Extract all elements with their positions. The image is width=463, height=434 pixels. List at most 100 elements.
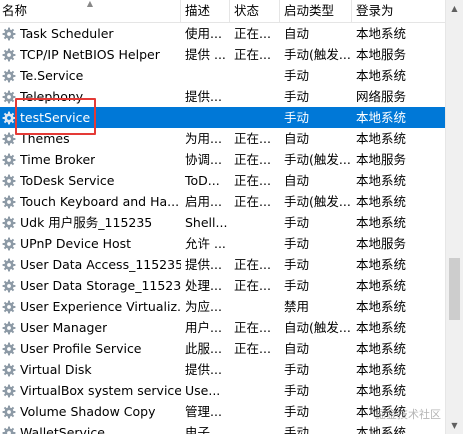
service-name: Task Scheduler	[20, 26, 114, 41]
table-row[interactable]: Udk 用户服务_115235 Shell... 手动 本地系统	[0, 212, 445, 233]
gear-icon	[2, 69, 16, 82]
service-name: WalletService	[20, 425, 105, 434]
gear-icon	[2, 405, 16, 418]
scroll-up-icon[interactable]: ▲	[446, 0, 463, 17]
service-logon: 本地系统	[356, 194, 407, 209]
service-desc: 此服...	[185, 341, 222, 356]
service-status: 正在...	[234, 194, 271, 209]
service-status	[230, 401, 280, 422]
table-row[interactable]: User Manager 用户... 正在... 自动(触发... 本地系统	[0, 317, 445, 338]
service-name: ToDesk Service	[20, 173, 115, 188]
service-name: Touch Keyboard and Ha...	[20, 194, 180, 209]
column-header-start[interactable]: 启动类型	[280, 0, 352, 22]
service-name-cell: User Data Access_115235	[0, 254, 181, 275]
service-start-type: 手动	[284, 362, 310, 377]
table-row[interactable]: WalletService 电子... 手动 本地系统	[0, 422, 445, 434]
gear-icon	[2, 342, 16, 355]
table-row[interactable]: User Profile Service 此服... 正在... 自动 本地系统	[0, 338, 445, 359]
service-start-type: 手动	[284, 68, 310, 83]
service-start-type: 自动	[284, 131, 310, 146]
service-start-type: 自动(触发...	[284, 320, 351, 335]
vertical-scrollbar[interactable]: ▲ ▼	[445, 0, 463, 434]
service-start-type: 自动	[284, 173, 310, 188]
service-desc: 提供 ...	[185, 47, 226, 62]
gear-icon	[2, 48, 16, 61]
service-status	[230, 296, 280, 317]
watermark: 掘金技术社区	[375, 408, 441, 421]
scrollbar-thumb[interactable]	[449, 258, 460, 320]
service-status: 正在...	[234, 47, 271, 62]
column-header-status[interactable]: 状态	[230, 0, 280, 22]
column-header-desc[interactable]: 描述	[181, 0, 230, 22]
service-name-cell: WalletService	[0, 422, 181, 434]
service-name: UPnP Device Host	[20, 236, 132, 251]
scroll-down-icon[interactable]: ▼	[446, 417, 463, 434]
column-header-name-label: 名称	[2, 3, 28, 18]
table-row[interactable]: Touch Keyboard and Ha... 启用... 正在... 手动(触发.…	[0, 191, 445, 212]
service-status	[230, 422, 280, 434]
gear-icon	[2, 111, 16, 124]
column-header: 名称 ▲ 描述 状态 启动类型 登录为	[0, 0, 445, 23]
service-name-cell: User Profile Service	[0, 338, 181, 359]
table-row[interactable]: Task Scheduler 使用... 正在... 自动 本地系统	[0, 23, 445, 44]
service-name: User Data Access_115235	[20, 257, 181, 272]
service-start-type: 手动	[284, 236, 310, 251]
service-name: Te.Service	[20, 68, 84, 83]
table-row[interactable]: UPnP Device Host 允许 ... 手动 本地服务	[0, 233, 445, 254]
table-row[interactable]: User Experience Virtualiz... 为应... 禁用 本地系统	[0, 296, 445, 317]
service-logon: 本地系统	[356, 383, 407, 398]
service-start-type: 自动	[284, 26, 310, 41]
services-list: Task Scheduler 使用... 正在... 自动 本地系统 TCP/IP Net…	[0, 23, 445, 434]
service-status: 正在...	[234, 131, 271, 146]
table-row[interactable]: User Data Access_115235 提供... 正在... 手动 本地系统	[0, 254, 445, 275]
service-logon: 本地系统	[356, 215, 407, 230]
service-start-type: 禁用	[284, 299, 310, 314]
service-name: User Profile Service	[20, 341, 142, 356]
highlight-annotation	[15, 98, 96, 135]
service-desc: 使用...	[185, 26, 222, 41]
service-start-type: 手动	[284, 257, 310, 272]
service-name: User Experience Virtualiz...	[20, 299, 181, 314]
service-desc	[181, 65, 230, 86]
service-name-cell: ToDesk Service	[0, 170, 181, 191]
service-status: 正在...	[234, 278, 271, 293]
column-header-name[interactable]: 名称 ▲	[0, 0, 181, 22]
service-status	[230, 86, 280, 107]
service-status	[230, 380, 280, 401]
column-header-logon-label: 登录为	[356, 3, 394, 18]
table-row[interactable]: Time Broker 协调... 正在... 手动(触发... 本地服务	[0, 149, 445, 170]
service-desc: 启用...	[185, 194, 222, 209]
service-desc: 用户...	[185, 320, 222, 335]
service-start-type: 手动(触发...	[284, 47, 351, 62]
table-row[interactable]: Te.Service 手动 本地系统	[0, 65, 445, 86]
service-desc	[181, 107, 230, 128]
table-row[interactable]: VirtualBox system service Use... 手动 本地系统	[0, 380, 445, 401]
service-desc: 电子...	[185, 425, 222, 434]
table-row[interactable]: TCP/IP NetBIOS Helper 提供 ... 正在... 手动(触发...…	[0, 44, 445, 65]
service-status: 正在...	[234, 152, 271, 167]
service-logon: 本地服务	[356, 47, 407, 62]
service-status: 正在...	[234, 320, 271, 335]
column-header-logon[interactable]: 登录为	[352, 0, 445, 22]
service-name-cell: TCP/IP NetBIOS Helper	[0, 44, 181, 65]
gear-icon	[2, 426, 16, 434]
service-name-cell: Volume Shadow Copy	[0, 401, 181, 422]
service-name: Virtual Disk	[20, 362, 92, 377]
table-row[interactable]: Virtual Disk 提供... 手动 本地系统	[0, 359, 445, 380]
gear-icon	[2, 300, 16, 313]
service-logon: 本地系统	[356, 68, 407, 83]
service-logon: 本地系统	[356, 278, 407, 293]
service-name-cell: Virtual Disk	[0, 359, 181, 380]
service-status	[230, 359, 280, 380]
service-start-type: 手动	[284, 89, 310, 104]
table-row[interactable]: User Data Storage_115235 处理... 正在... 手动 本地系统	[0, 275, 445, 296]
gear-icon	[2, 153, 16, 166]
table-row[interactable]: ToDesk Service ToD... 正在... 自动 本地系统	[0, 170, 445, 191]
column-header-start-label: 启动类型	[284, 3, 335, 18]
gear-icon	[2, 195, 16, 208]
column-header-desc-label: 描述	[185, 3, 211, 18]
service-name-cell: UPnP Device Host	[0, 233, 181, 254]
service-name-cell: User Manager	[0, 317, 181, 338]
gear-icon	[2, 384, 16, 397]
service-desc: 提供...	[185, 89, 222, 104]
